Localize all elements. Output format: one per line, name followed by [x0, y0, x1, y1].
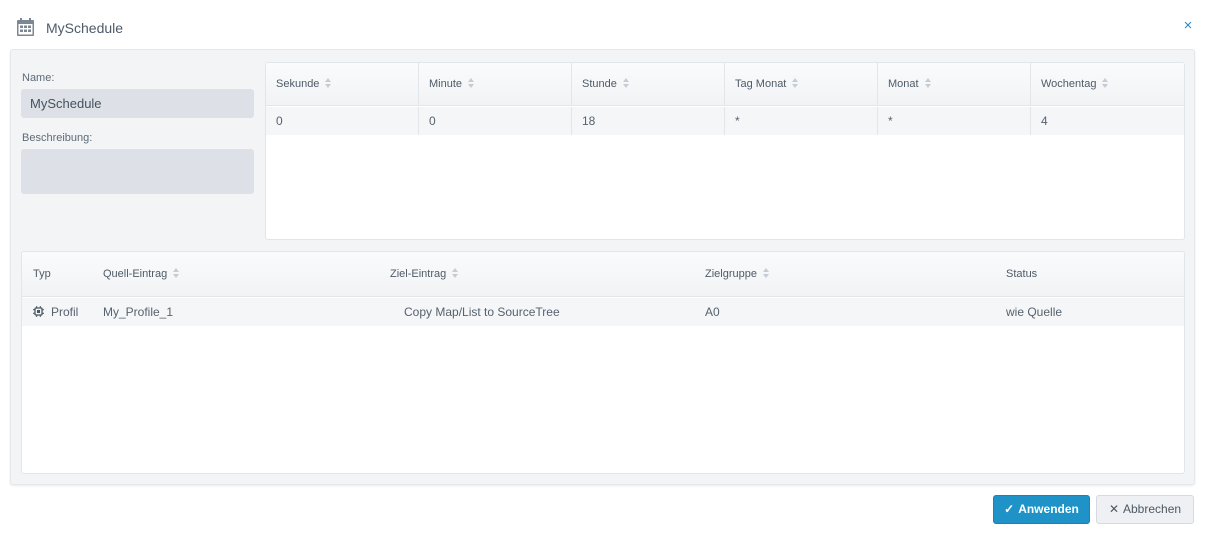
sort-icon[interactable]	[762, 267, 770, 279]
column-header-minute[interactable]: Minute	[419, 63, 572, 106]
description-label: Beschreibung:	[22, 132, 93, 144]
cancel-button[interactable]: ✕ Abbrechen	[1096, 495, 1194, 524]
entries-table-header: Typ Quell-Eintrag Ziel-Eintrag Zielgrupp…	[22, 252, 1184, 297]
column-header-ziel-eintrag[interactable]: Ziel-Eintrag	[390, 252, 459, 297]
column-header-stunde[interactable]: Stunde	[572, 63, 725, 106]
sort-icon[interactable]	[792, 77, 799, 89]
cell-status: wie Quelle	[1006, 305, 1063, 319]
cell-sekunde[interactable]: 0	[266, 107, 419, 135]
column-header-quell-eintrag[interactable]: Quell-Eintrag	[103, 252, 180, 297]
column-header-monat[interactable]: Monat	[878, 63, 1031, 106]
cell-target: Copy Map/List to SourceTree	[404, 305, 560, 319]
column-header-sekunde[interactable]: Sekunde	[266, 63, 419, 106]
name-input[interactable]: MySchedule	[21, 89, 254, 118]
cell-type: Profil	[33, 298, 78, 326]
cancel-label: Abbrechen	[1123, 502, 1182, 516]
sort-icon[interactable]	[924, 77, 932, 89]
main-panel: Name: MySchedule Beschreibung: Sekunde M…	[10, 49, 1195, 485]
cell-source: My_Profile_1	[103, 305, 174, 319]
entries-table: Typ Quell-Eintrag Ziel-Eintrag Zielgrupp…	[21, 251, 1185, 474]
cell-monat[interactable]: *	[878, 107, 1031, 135]
cell-group: A0	[705, 305, 720, 319]
sort-icon[interactable]	[1102, 77, 1109, 89]
dialog-header: MySchedule ×	[0, 0, 1205, 50]
apply-label: Anwenden	[1018, 502, 1079, 516]
column-header-wochentag[interactable]: Wochentag	[1031, 63, 1184, 106]
column-header-tag-monat[interactable]: Tag Monat	[725, 63, 878, 106]
dialog-title: MySchedule	[46, 20, 124, 36]
schedule-dialog: MySchedule × Name: MySchedule Beschreibu…	[0, 0, 1205, 535]
check-icon: ✓	[1004, 502, 1015, 516]
name-label: Name:	[22, 72, 55, 84]
sort-icon[interactable]	[325, 77, 332, 89]
table-row[interactable]: Profil My_Profile_1 Copy Map/List to Sou…	[22, 298, 1184, 326]
close-icon[interactable]: ×	[1181, 18, 1195, 34]
cron-table-header: Sekunde Minute Stunde Tag Monat Monat Wo…	[266, 63, 1184, 106]
description-input[interactable]	[21, 149, 254, 194]
column-header-status: Status	[1006, 268, 1038, 280]
cron-table: Sekunde Minute Stunde Tag Monat Monat Wo…	[265, 62, 1185, 240]
chip-icon	[33, 306, 44, 318]
cell-wochentag[interactable]: 4	[1031, 107, 1184, 135]
cell-stunde[interactable]: 18	[572, 107, 725, 135]
calendar-icon	[17, 18, 34, 36]
cell-tag-monat[interactable]: *	[725, 107, 878, 135]
apply-button[interactable]: ✓ Anwenden	[993, 495, 1090, 524]
column-header-typ: Typ	[33, 268, 51, 280]
sort-icon[interactable]	[468, 77, 475, 89]
cell-minute[interactable]: 0	[419, 107, 572, 135]
sort-icon[interactable]	[452, 267, 459, 279]
sort-icon[interactable]	[622, 77, 630, 89]
type-label: Profil	[51, 305, 79, 319]
column-header-zielgruppe[interactable]: Zielgruppe	[705, 252, 770, 297]
table-row[interactable]: 0 0 18 * * 4	[266, 107, 1184, 135]
close-icon: ✕	[1108, 502, 1119, 516]
sort-icon[interactable]	[173, 267, 180, 279]
